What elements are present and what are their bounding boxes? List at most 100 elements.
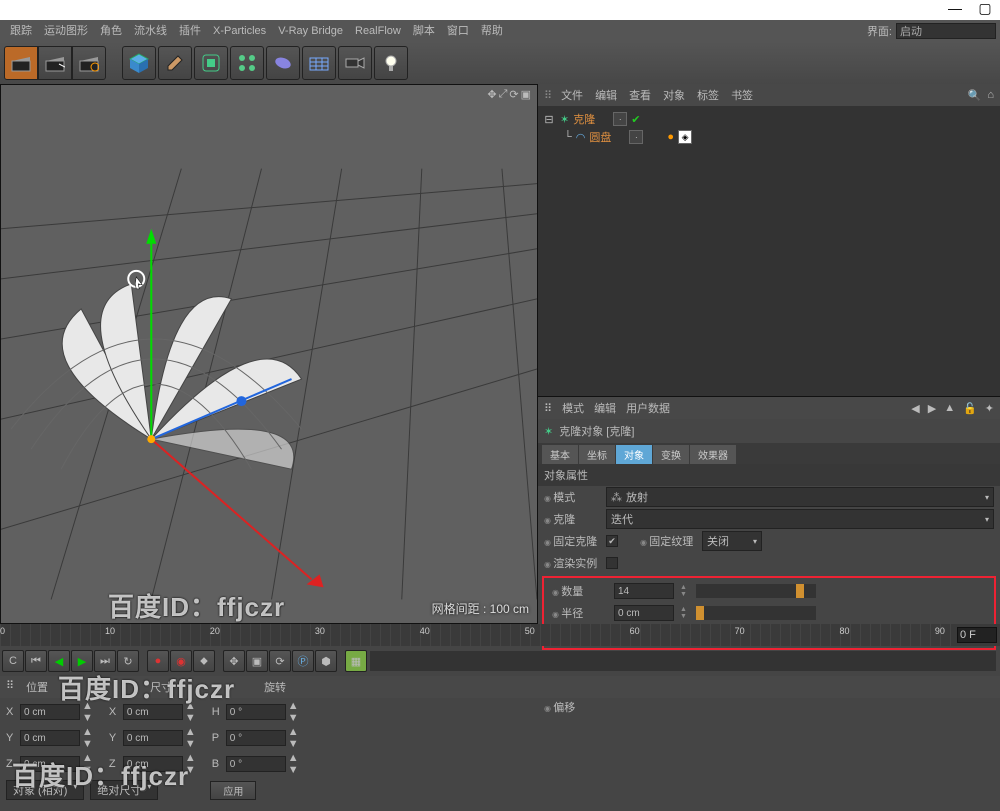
- subtab-coord[interactable]: 坐标: [579, 445, 615, 464]
- obj-tab-view[interactable]: 查看: [629, 87, 651, 103]
- pos-z[interactable]: [20, 756, 80, 772]
- pos-x[interactable]: [20, 704, 80, 720]
- perspective-viewport[interactable]: ✥ ⤢ ⟳ ▣: [0, 84, 538, 624]
- obj-tab-file[interactable]: 文件: [561, 87, 583, 103]
- camera-icon[interactable]: [338, 46, 372, 80]
- obj-tab-tags[interactable]: 标签: [697, 87, 719, 103]
- floor-icon[interactable]: [302, 46, 336, 80]
- pla-icon[interactable]: ⬢: [315, 650, 337, 672]
- view-pan-icon[interactable]: ✥: [487, 88, 496, 101]
- view-zoom-icon[interactable]: ⤢: [499, 88, 508, 101]
- timeline[interactable]: 0 10 20 30 40 50 60 70 80 90: [0, 624, 1000, 646]
- loop[interactable]: ↻: [117, 650, 139, 672]
- mode-c[interactable]: C: [2, 650, 24, 672]
- grip-icon-2[interactable]: ⠿: [544, 402, 552, 415]
- play-rev[interactable]: ◀: [48, 650, 70, 672]
- ctab-pos[interactable]: 位置: [26, 679, 48, 695]
- tree-disc[interactable]: 圆盘: [589, 129, 611, 145]
- grip-icon[interactable]: ⠿: [544, 89, 549, 102]
- attr-tab-edit[interactable]: 编辑: [594, 400, 616, 416]
- layer-dot-2[interactable]: ·: [629, 130, 643, 144]
- tag-dot[interactable]: ●: [667, 131, 674, 143]
- menu-mograph[interactable]: 运动图形: [38, 20, 94, 42]
- size-y[interactable]: [123, 730, 183, 746]
- scale-icon[interactable]: ▣: [246, 650, 268, 672]
- size-z[interactable]: [123, 756, 183, 772]
- subtab-transform[interactable]: 变换: [653, 445, 689, 464]
- ctab-size[interactable]: 尺寸: [150, 679, 172, 695]
- window-min[interactable]: —: [940, 0, 970, 20]
- current-frame[interactable]: [957, 627, 997, 643]
- tree-cloner[interactable]: 克隆: [573, 111, 595, 127]
- mode-select[interactable]: ⁂放射: [606, 487, 994, 507]
- coord-mode[interactable]: 对象 (相对): [6, 780, 84, 800]
- new-icon[interactable]: ✦: [985, 402, 994, 415]
- subtab-object[interactable]: 对象: [616, 445, 652, 464]
- subtab-basic[interactable]: 基本: [542, 445, 578, 464]
- size-x[interactable]: [123, 704, 183, 720]
- expand-icon[interactable]: ⊟: [542, 113, 556, 126]
- grip-icon-3[interactable]: ⠿: [6, 679, 14, 695]
- renderinst-check[interactable]: [606, 557, 618, 569]
- menu-help[interactable]: 帮助: [475, 20, 509, 42]
- film-icon[interactable]: ▦: [345, 650, 367, 672]
- menu-vray[interactable]: V-Ray Bridge: [272, 20, 349, 42]
- nav-fwd-icon[interactable]: ▶: [928, 402, 936, 415]
- menu-pipeline[interactable]: 流水线: [128, 20, 173, 42]
- count-input[interactable]: [614, 583, 674, 599]
- radius-input[interactable]: [614, 605, 674, 621]
- enable-check[interactable]: ✔: [631, 113, 640, 126]
- view-max-icon[interactable]: ▣: [521, 88, 531, 101]
- move-icon[interactable]: ✥: [223, 650, 245, 672]
- deformer-icon[interactable]: [266, 46, 300, 80]
- goto-end[interactable]: ⏭: [94, 650, 116, 672]
- pen-icon[interactable]: [158, 46, 192, 80]
- subtab-effectors[interactable]: 效果器: [690, 445, 736, 464]
- count-slider[interactable]: [696, 584, 816, 598]
- nav-back-icon[interactable]: ◀: [911, 402, 919, 415]
- rot-b[interactable]: [226, 756, 286, 772]
- layer-dot[interactable]: ·: [613, 112, 627, 126]
- menu-window[interactable]: 窗口: [441, 20, 475, 42]
- light-icon[interactable]: [374, 46, 408, 80]
- menu-script[interactable]: 脚本: [407, 20, 441, 42]
- clone-select[interactable]: 迭代: [606, 509, 994, 529]
- rec-key[interactable]: ●: [147, 650, 169, 672]
- menu-plugins[interactable]: 插件: [173, 20, 207, 42]
- clapper-3[interactable]: [72, 46, 106, 80]
- nurbs-icon[interactable]: [194, 46, 228, 80]
- param-icon[interactable]: Ⓟ: [292, 650, 314, 672]
- menu-track[interactable]: 跟踪: [4, 20, 38, 42]
- keysel[interactable]: ⬥: [193, 650, 215, 672]
- obj-tab-bookmarks[interactable]: 书签: [731, 87, 753, 103]
- attr-tab-userdata[interactable]: 用户数据: [626, 400, 670, 416]
- obj-tab-edit[interactable]: 编辑: [595, 87, 617, 103]
- menu-character[interactable]: 角色: [94, 20, 128, 42]
- cube-icon[interactable]: [122, 46, 156, 80]
- obj-tab-objects[interactable]: 对象: [663, 87, 685, 103]
- clapper-1[interactable]: [4, 46, 38, 80]
- menu-xparticles[interactable]: X-Particles: [207, 20, 272, 42]
- radius-slider[interactable]: [696, 606, 816, 620]
- fixclone-check[interactable]: ✔: [606, 535, 618, 547]
- lock-icon[interactable]: 🔓: [963, 402, 977, 415]
- pos-y[interactable]: [20, 730, 80, 746]
- auto-key[interactable]: ◉: [170, 650, 192, 672]
- clapper-2[interactable]: [38, 46, 72, 80]
- rot-h[interactable]: [226, 704, 286, 720]
- home-icon[interactable]: ⌂: [987, 89, 994, 102]
- window-max[interactable]: ▢: [970, 0, 1000, 20]
- play-fwd[interactable]: ▶: [71, 650, 93, 672]
- array-icon[interactable]: [230, 46, 264, 80]
- powerslider[interactable]: [370, 651, 996, 671]
- phong-tag[interactable]: ◈: [678, 130, 692, 144]
- size-mode[interactable]: 绝对尺寸: [90, 780, 158, 800]
- search-icon[interactable]: 🔍: [968, 89, 982, 102]
- nav-up-icon[interactable]: ▲: [944, 402, 955, 415]
- ctab-rot[interactable]: 旋转: [264, 679, 286, 695]
- goto-start[interactable]: ⏮: [25, 650, 47, 672]
- fixtex-select[interactable]: 关闭: [702, 531, 762, 551]
- rot-p[interactable]: [226, 730, 286, 746]
- menu-realflow[interactable]: RealFlow: [349, 20, 407, 42]
- rotate-icon[interactable]: ⟳: [269, 650, 291, 672]
